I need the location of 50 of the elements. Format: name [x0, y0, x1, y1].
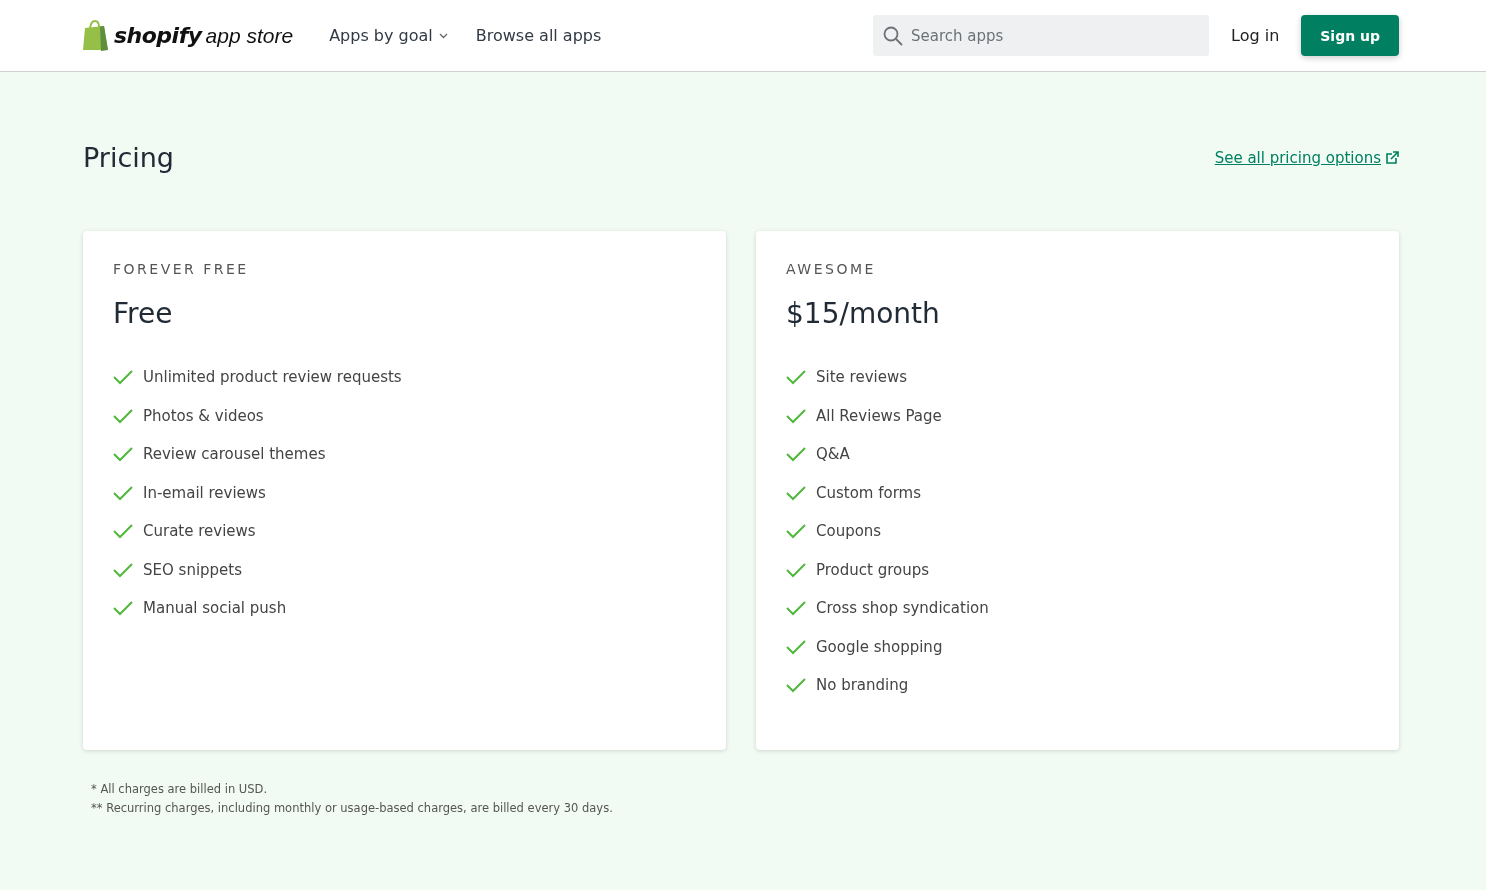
footnote: * All charges are billed in USD. — [91, 781, 269, 798]
logo-brand[interactable]: shopify — [114, 23, 202, 48]
plan-name: AWESOME — [786, 261, 877, 277]
feature-text: No branding — [816, 676, 909, 695]
checkmark-icon — [113, 561, 133, 578]
feature-text: Custom forms — [816, 483, 922, 502]
checkmark-icon — [113, 446, 133, 463]
feature-text: In-email reviews — [143, 483, 266, 502]
feature-text: All Reviews Page — [816, 406, 942, 425]
feature-text: Google shopping — [816, 637, 943, 656]
feature-text: Coupons — [816, 522, 882, 541]
checkmark-icon — [786, 369, 806, 386]
feature-text: Product groups — [816, 560, 930, 579]
page-title: Pricing — [83, 142, 174, 173]
plan-price: Free — [113, 297, 174, 330]
feature-text: Q&A — [816, 445, 850, 464]
footnote: ** Recurring charges, including monthly or usage-based charges, are billed every 30 days. — [91, 800, 614, 817]
checkmark-icon — [113, 600, 133, 617]
checkmark-icon — [786, 638, 806, 655]
logo-suffix[interactable]: app store — [205, 23, 294, 48]
signup-button[interactable]: Sign up — [1301, 15, 1399, 56]
feature-text: Review carousel themes — [143, 445, 326, 464]
pricing-options-link[interactable]: See all pricing options — [1214, 148, 1399, 167]
checkmark-icon — [786, 600, 806, 617]
checkmark-icon — [786, 561, 806, 578]
checkmark-icon — [786, 484, 806, 501]
feature-text: Cross shop syndication — [816, 599, 989, 618]
nav-link[interactable]: Browse all apps — [475, 26, 602, 45]
checkmark-icon — [113, 484, 133, 501]
nav-dropdown[interactable]: Apps by goal — [329, 26, 448, 45]
plan-name: FOREVER FREE — [113, 261, 250, 277]
checkmark-icon — [113, 523, 133, 540]
shopping-bag-logo-icon — [82, 19, 110, 52]
external-link-icon — [1386, 151, 1399, 164]
feature-text: Curate reviews — [143, 522, 256, 541]
checkmark-icon — [786, 446, 806, 463]
checkmark-icon — [113, 407, 133, 424]
search-field[interactable]: Search apps — [873, 15, 1209, 56]
plan-price: $15/month — [786, 297, 941, 330]
feature-text: Manual social push — [143, 599, 287, 618]
feature-text: SEO snippets — [143, 560, 243, 579]
caret-icon — [438, 32, 448, 39]
login-link[interactable]: Log in — [1231, 26, 1280, 45]
checkmark-icon — [113, 369, 133, 386]
checkmark-icon — [786, 407, 806, 424]
feature-text: Unlimited product review requests — [143, 368, 402, 387]
checkmark-icon — [786, 523, 806, 540]
feature-text: Photos & videos — [143, 406, 264, 425]
checkmark-icon — [786, 677, 806, 694]
feature-text: Site reviews — [816, 368, 907, 387]
